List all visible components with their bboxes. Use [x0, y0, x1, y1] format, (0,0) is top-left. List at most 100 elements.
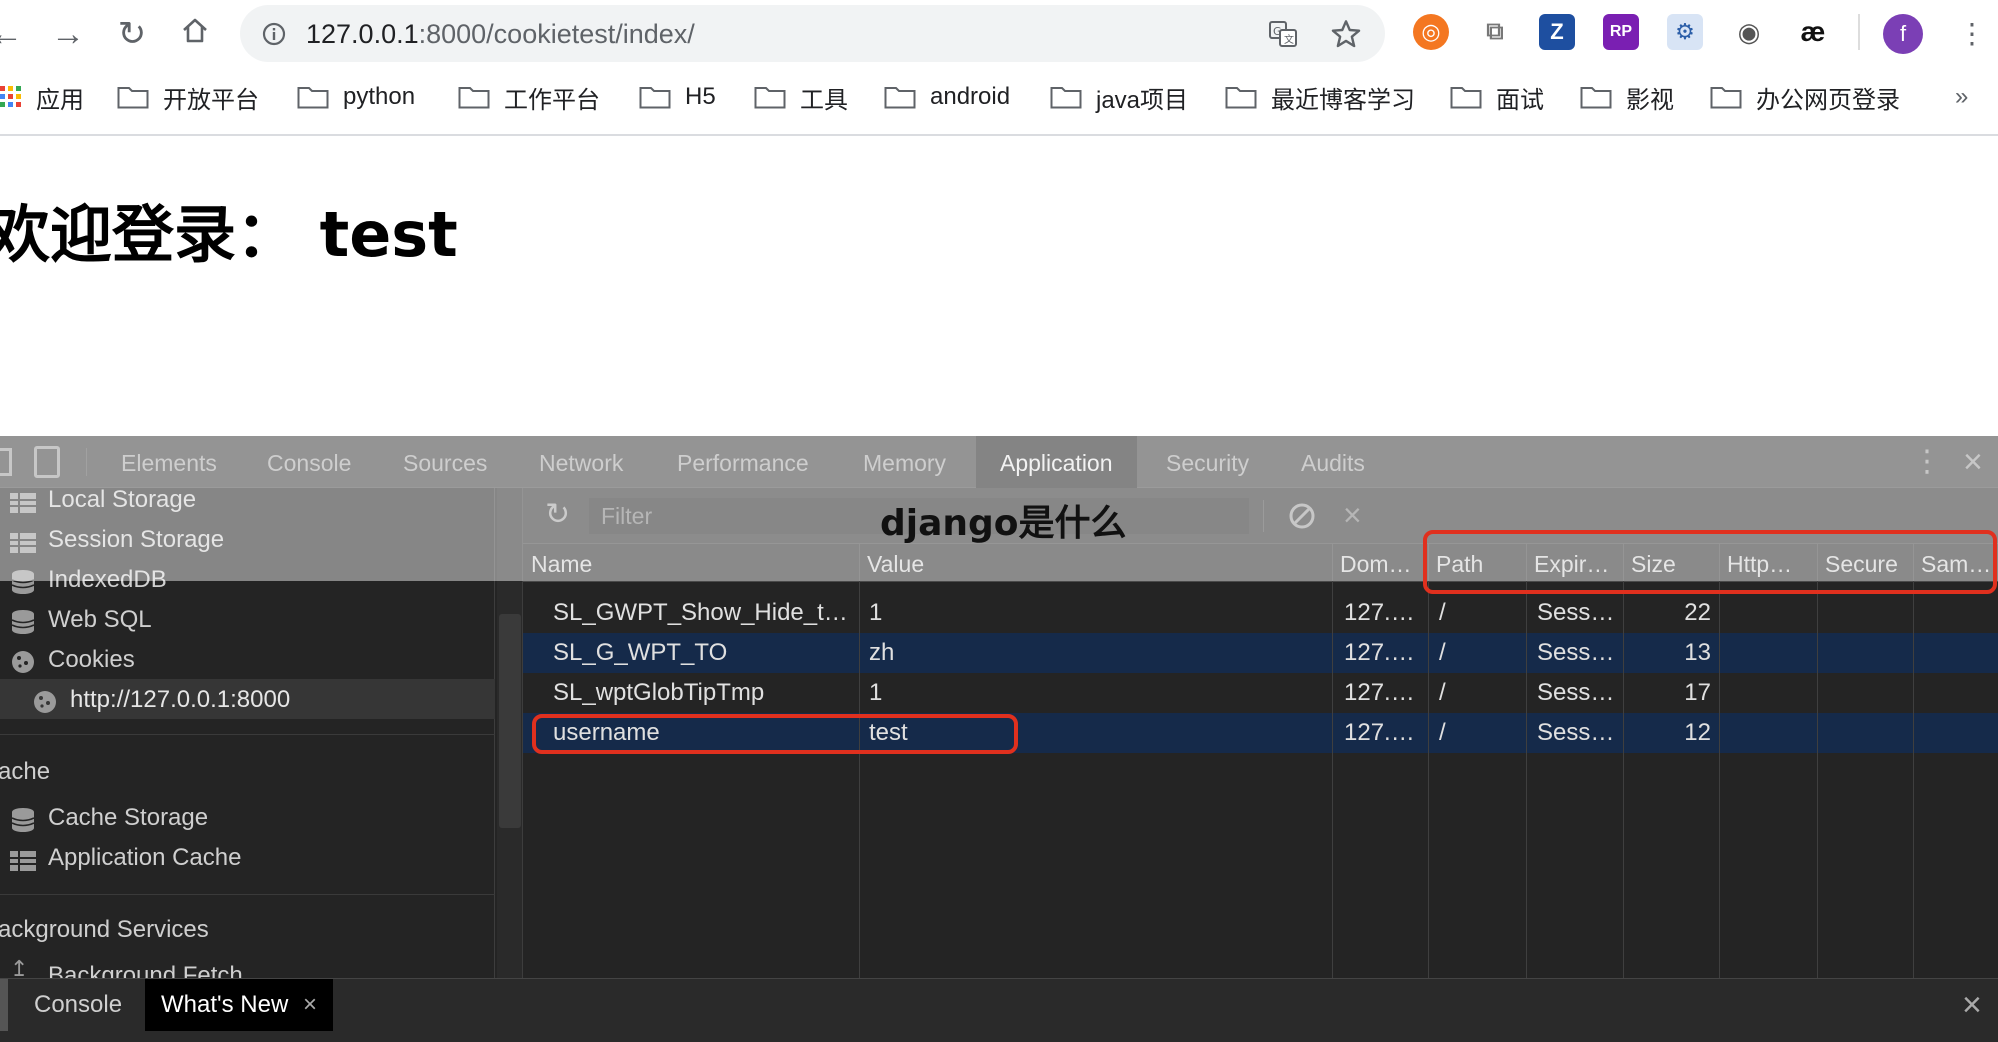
inspect-element-icon[interactable] [0, 448, 12, 476]
sidebar-label: Local Storage [48, 486, 197, 513]
sidebar-item-application-cache[interactable]: Application Cache [10, 840, 241, 876]
device-toolbar-icon[interactable] [34, 446, 60, 478]
bookmark-folder[interactable]: 面试 [1450, 80, 1544, 114]
extension-sitemap-icon[interactable]: ⧉ [1477, 14, 1513, 50]
folder-icon [1050, 87, 1082, 109]
bookmark-folder[interactable]: 影视 [1580, 80, 1674, 114]
cookie-path: / [1439, 639, 1446, 666]
back-icon[interactable]: ← [0, 14, 26, 54]
bookmark-label: 工具 [800, 86, 848, 114]
tab-security[interactable]: Security [1166, 436, 1249, 488]
sidebar-item-cache-storage[interactable]: Cache Storage [10, 800, 208, 836]
tab-application[interactable]: Application [976, 436, 1137, 488]
sidebar-label: http://127.0.0.1:8000 [70, 686, 291, 713]
table-row[interactable]: SL_wptGlobTipTmp 1 127.… / Sess… 17 [523, 673, 1998, 713]
extension-rp-icon[interactable]: RP [1603, 14, 1639, 50]
folder-icon [458, 87, 490, 109]
devtools-menu-icon[interactable]: ⋮ [1912, 442, 1942, 482]
browser-menu-icon[interactable]: ⋮ [1958, 12, 1986, 56]
column-divider[interactable] [1719, 544, 1720, 979]
tab-network[interactable]: Network [539, 436, 623, 488]
profile-avatar[interactable]: f [1883, 14, 1923, 54]
url-text[interactable]: 127.0.0.1:8000/cookietest/index/ [306, 19, 695, 50]
bookmark-folder[interactable]: 办公网页登录 [1710, 80, 1900, 114]
tab-console[interactable]: Console [267, 436, 351, 488]
refresh-icon[interactable]: ↻ [545, 496, 570, 534]
tab-memory[interactable]: Memory [863, 436, 946, 488]
tab-audits[interactable]: Audits [1301, 436, 1365, 488]
extension-shield-icon[interactable]: ⚙ [1667, 14, 1703, 50]
svg-text:G: G [1273, 25, 1282, 38]
column-divider[interactable] [1913, 544, 1914, 979]
reload-icon[interactable]: ↻ [112, 14, 152, 54]
bookmark-folder[interactable]: python [297, 80, 415, 114]
sidebar-item-background-fetch[interactable]: ↥ Background Fetch [10, 958, 243, 980]
sidebar-item-web-sql[interactable]: Web SQL [10, 602, 152, 638]
extension-ae-icon[interactable]: æ [1795, 14, 1831, 50]
extension-chat-icon[interactable]: ◉ [1731, 14, 1767, 50]
bookmark-folder[interactable]: 开放平台 [117, 80, 259, 114]
forward-icon[interactable]: → [48, 14, 88, 54]
column-divider[interactable] [1623, 544, 1624, 979]
cookie-size: 12 [1684, 719, 1711, 746]
bookmarks-overflow-button[interactable]: » [1955, 80, 1968, 114]
toolbar-separator [0, 134, 1998, 136]
table-row[interactable]: SL_G_WPT_TO zh 127.… / Sess… 13 [523, 633, 1998, 673]
devtools-close-icon[interactable]: × [1963, 442, 1983, 482]
column-divider[interactable] [1817, 544, 1818, 979]
bookmark-folder[interactable]: H5 [639, 80, 716, 114]
table-row[interactable]: SL_GWPT_Show_Hide_t… 1 127.… / Sess… 22 [523, 593, 1998, 633]
bookmark-folder[interactable]: 工具 [754, 80, 848, 114]
bookmark-label: 最近博客学习 [1271, 86, 1415, 114]
extension-z-icon[interactable]: Z [1539, 14, 1575, 50]
address-bar[interactable]: 127.0.0.1:8000/cookietest/index/ G文 [240, 5, 1385, 62]
bookmark-folder[interactable]: 最近博客学习 [1225, 80, 1415, 114]
column-divider[interactable] [1526, 544, 1527, 979]
column-divider[interactable] [1332, 544, 1333, 979]
column-header-value[interactable]: Value [859, 544, 1332, 582]
home-icon[interactable] [175, 14, 215, 54]
sidebar-item-cookies[interactable]: Cookies [10, 642, 135, 678]
tab-performance[interactable]: Performance [677, 436, 809, 488]
cookie-size: 22 [1684, 599, 1711, 626]
column-header-name[interactable]: Name [523, 544, 859, 582]
cookie-expires: Sess… [1537, 719, 1615, 746]
cookie-path: / [1439, 599, 1446, 626]
drawer-tab-close-icon[interactable]: × [303, 991, 317, 1018]
clear-all-icon[interactable] [1288, 502, 1316, 530]
drawer-menu-handle[interactable] [0, 979, 8, 1031]
bookmark-apps[interactable]: 应用 [0, 80, 84, 114]
column-header-domain[interactable]: Dom… [1332, 544, 1428, 582]
tab-elements[interactable]: Elements [121, 436, 217, 488]
drawer-close-icon[interactable]: × [1962, 983, 1982, 1027]
site-info-icon[interactable] [262, 22, 286, 46]
drawer-tab-console[interactable]: Console [34, 979, 122, 1031]
sidebar-label: Cache Storage [48, 804, 209, 831]
drawer-tab-whats-new[interactable]: What's New × [145, 979, 333, 1031]
cookie-value: zh [869, 639, 895, 666]
column-divider[interactable] [1428, 544, 1429, 979]
sidebar-item-cookie-origin[interactable]: http://127.0.0.1:8000 [32, 682, 290, 718]
cookie-size: 13 [1684, 639, 1711, 666]
sidebar-scrollbar-thumb[interactable] [499, 614, 521, 828]
bookmark-folder[interactable]: java项目 [1050, 80, 1188, 114]
sidebar-item-indexeddb[interactable]: IndexedDB [10, 562, 167, 598]
sidebar-label: Background Fetch [48, 962, 243, 980]
browser-toolbar: ← → ↻ 127.0.0.1:8000/cookietest/index/ G… [0, 0, 1998, 68]
bookmark-folder[interactable]: 工作平台 [458, 80, 600, 114]
translate-icon[interactable]: G文 [1268, 19, 1298, 49]
sidebar-item-local-storage[interactable]: Local Storage [10, 482, 196, 518]
bookmark-label: java项目 [1096, 86, 1189, 114]
cookie-path: / [1439, 679, 1446, 706]
bookmark-folder[interactable]: android [884, 80, 1010, 114]
tab-sources[interactable]: Sources [403, 436, 487, 488]
extension-ubuntu-icon[interactable]: ◎ [1413, 14, 1449, 50]
bookmark-label: 应用 [36, 86, 84, 114]
column-divider[interactable] [859, 544, 860, 979]
delete-selected-icon[interactable]: × [1343, 496, 1362, 534]
application-sidebar: Local Storage Session Storage IndexedDB … [0, 486, 495, 980]
bookmark-label: python [343, 83, 416, 110]
bookmark-star-icon[interactable] [1330, 18, 1362, 50]
cookie-expires: Sess… [1537, 599, 1615, 626]
sidebar-item-session-storage[interactable]: Session Storage [10, 522, 224, 558]
